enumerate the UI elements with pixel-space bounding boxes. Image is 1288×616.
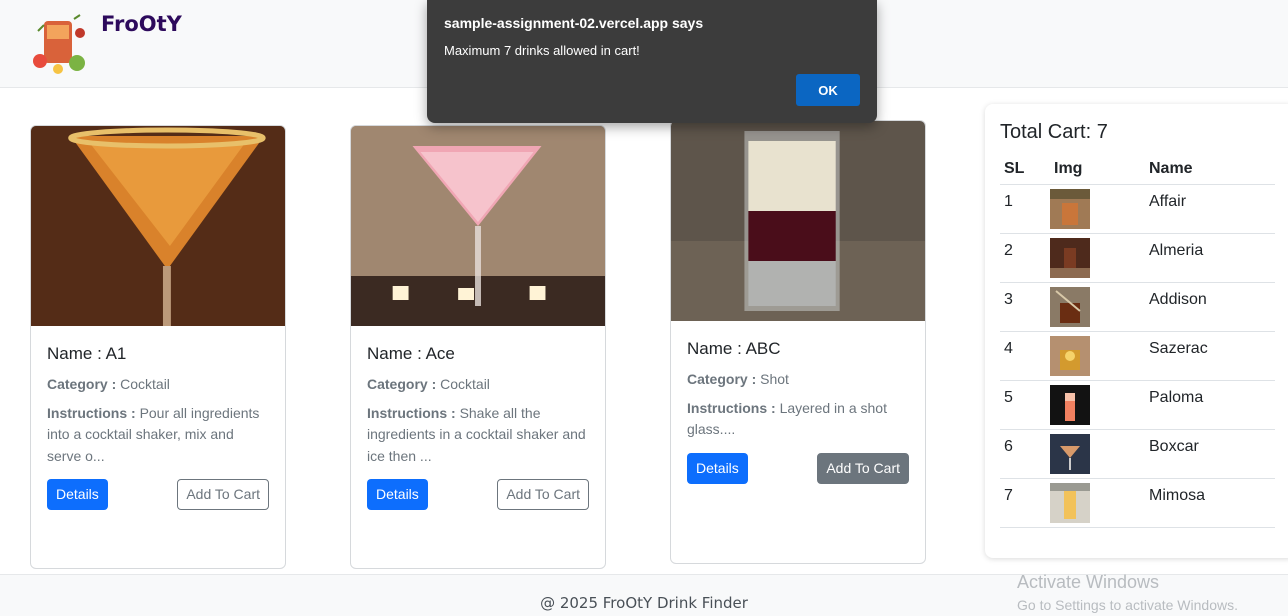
drink-card: Name : ABC Category : Shot Instructions … bbox=[670, 120, 926, 564]
drink-image bbox=[351, 126, 605, 326]
frooty-logo-icon[interactable] bbox=[30, 13, 90, 75]
drink-thumbnail bbox=[1050, 188, 1090, 229]
drink-thumbnail bbox=[1050, 433, 1090, 474]
drink-thumbnail bbox=[1050, 384, 1090, 425]
drink-instructions: Instructions : Pour all ingredients into… bbox=[47, 403, 269, 468]
cart-row-sl: 3 bbox=[1000, 282, 1050, 332]
instructions-label: Instructions : bbox=[687, 399, 776, 416]
category-label: Category : bbox=[687, 371, 757, 387]
instructions-label: Instructions : bbox=[367, 404, 456, 421]
cart-row-sl: 6 bbox=[1000, 429, 1050, 479]
cart-row-sl: 1 bbox=[1000, 184, 1050, 234]
category-label: Category : bbox=[47, 376, 117, 392]
cart-row: 1 Affair bbox=[1000, 184, 1275, 234]
instructions-label: Instructions : bbox=[47, 404, 136, 421]
drink-thumbnail bbox=[1050, 482, 1090, 523]
drink-instructions: Instructions : Shake all the ingredients… bbox=[367, 403, 589, 468]
drink-thumbnail bbox=[1050, 237, 1090, 278]
drink-category: Category : Shot bbox=[687, 369, 909, 391]
brand-title[interactable]: FroOtY bbox=[101, 12, 182, 36]
cart-row: 7 Mimosa bbox=[1000, 478, 1275, 528]
drink-name: Name : ABC bbox=[687, 339, 781, 358]
category-value: Cocktail bbox=[120, 376, 170, 392]
cart-row-sl: 4 bbox=[1000, 331, 1050, 381]
cart-row-name: Addison bbox=[1145, 282, 1275, 332]
alert-dialog: sample-assignment-02.vercel.app says Max… bbox=[427, 0, 877, 123]
category-value: Cocktail bbox=[440, 376, 490, 392]
drink-image bbox=[31, 126, 285, 326]
cart-row-name: Mimosa bbox=[1145, 478, 1275, 528]
cart-row-sl: 5 bbox=[1000, 380, 1050, 430]
cart-row-name: Almeria bbox=[1145, 233, 1275, 283]
drink-name: Name : Ace bbox=[367, 344, 455, 363]
drink-thumbnail bbox=[1050, 335, 1090, 376]
drink-card: Name : Ace Category : Cocktail Instructi… bbox=[350, 125, 606, 569]
cart-row-sl: 7 bbox=[1000, 478, 1050, 528]
details-button[interactable]: Details bbox=[47, 479, 108, 510]
drink-category: Category : Cocktail bbox=[367, 374, 589, 396]
add-to-cart-button[interactable]: Add To Cart bbox=[497, 479, 589, 510]
dialog-message: Maximum 7 drinks allowed in cart! bbox=[444, 43, 640, 58]
details-button[interactable]: Details bbox=[687, 452, 748, 484]
cart-row-sl: 2 bbox=[1000, 233, 1050, 283]
cart-row-name: Paloma bbox=[1145, 380, 1275, 430]
category-label: Category : bbox=[367, 376, 437, 392]
cart-row: 3 Addison bbox=[1000, 282, 1275, 332]
cart-panel: Total Cart: 7 SL Img Name 1 Affair 2 Alm… bbox=[985, 104, 1288, 558]
ok-button[interactable]: OK bbox=[796, 74, 860, 106]
cart-row-name: Affair bbox=[1145, 184, 1275, 234]
cart-total: Total Cart: 7 bbox=[1000, 121, 1108, 143]
cart-row: 4 Sazerac bbox=[1000, 331, 1275, 381]
cart-row: 6 Boxcar bbox=[1000, 429, 1275, 479]
drink-category: Category : Cocktail bbox=[47, 374, 269, 396]
drink-card: Name : A1 Category : Cocktail Instructio… bbox=[30, 125, 286, 569]
drink-instructions: Instructions : Layered in a shot glass..… bbox=[687, 398, 909, 441]
details-button[interactable]: Details bbox=[367, 479, 428, 510]
column-header-sl: SL bbox=[1000, 154, 1050, 185]
cart-row-name: Sazerac bbox=[1145, 331, 1275, 381]
cart-row-name: Boxcar bbox=[1145, 429, 1275, 479]
activate-windows-subtitle: Go to Settings to activate Windows. bbox=[1017, 597, 1238, 613]
dialog-title: sample-assignment-02.vercel.app says bbox=[444, 15, 704, 31]
cart-header-row: SL Img Name bbox=[1000, 154, 1275, 185]
cart-row: 2 Almeria bbox=[1000, 233, 1275, 283]
drink-thumbnail bbox=[1050, 286, 1090, 327]
activate-windows-title: Activate Windows bbox=[1017, 572, 1160, 592]
column-header-img: Img bbox=[1050, 154, 1145, 185]
column-header-name: Name bbox=[1145, 154, 1275, 185]
category-value: Shot bbox=[760, 371, 789, 387]
cart-row: 5 Paloma bbox=[1000, 380, 1275, 430]
add-to-cart-button[interactable]: Add To Cart bbox=[817, 452, 909, 484]
drink-image bbox=[671, 121, 925, 321]
cart-table: SL Img Name 1 Affair 2 Almeria 3 Addison bbox=[1000, 154, 1275, 528]
add-to-cart-button[interactable]: Add To Cart bbox=[177, 479, 269, 510]
drink-name: Name : A1 bbox=[47, 344, 127, 363]
